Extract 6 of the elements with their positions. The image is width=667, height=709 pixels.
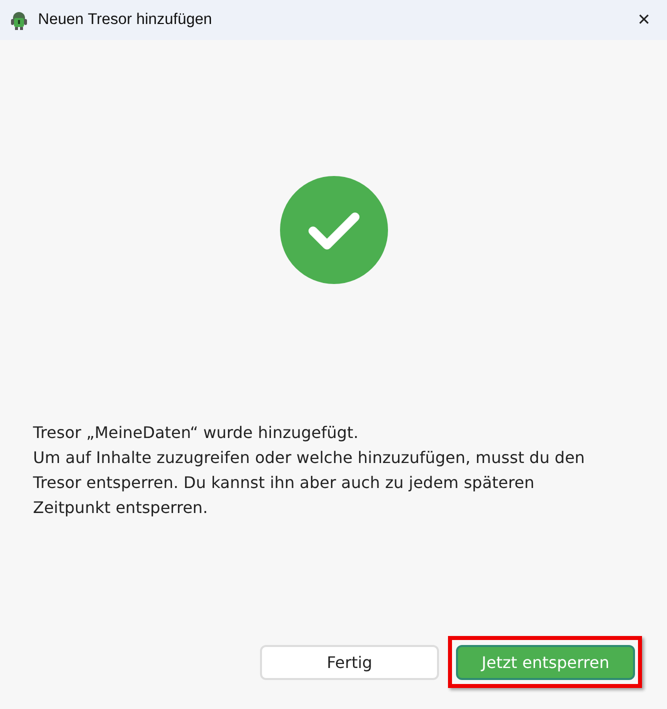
- message-title: Tresor „MeineDaten“ wurde hinzugefügt.: [33, 422, 360, 444]
- done-button[interactable]: Fertig: [260, 645, 439, 680]
- message-text: Um auf Inhalte zuzugreifen oder welche hinzuzufügen, musst du den Tresor entsperren. Du kannst ihn aber auch zu jedem späteren Zeitpunkt entsperren.: [33, 447, 586, 519]
- app-logo-icon: [8, 9, 30, 31]
- window-title: Neuen Tresor hinzufügen: [38, 10, 212, 30]
- close-button[interactable]: ✕: [621, 0, 667, 40]
